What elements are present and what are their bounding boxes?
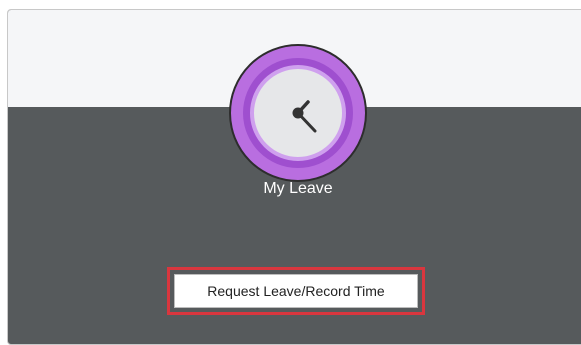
- tile-title: My Leave: [263, 180, 333, 197]
- avatar-inner-ring: [243, 58, 353, 168]
- tile-avatar[interactable]: [229, 44, 367, 182]
- clock-icon: [250, 65, 346, 161]
- request-leave-button-highlight: Request Leave/Record Time: [167, 267, 425, 315]
- request-leave-button[interactable]: Request Leave/Record Time: [174, 274, 418, 308]
- clock-hands: [292, 100, 317, 133]
